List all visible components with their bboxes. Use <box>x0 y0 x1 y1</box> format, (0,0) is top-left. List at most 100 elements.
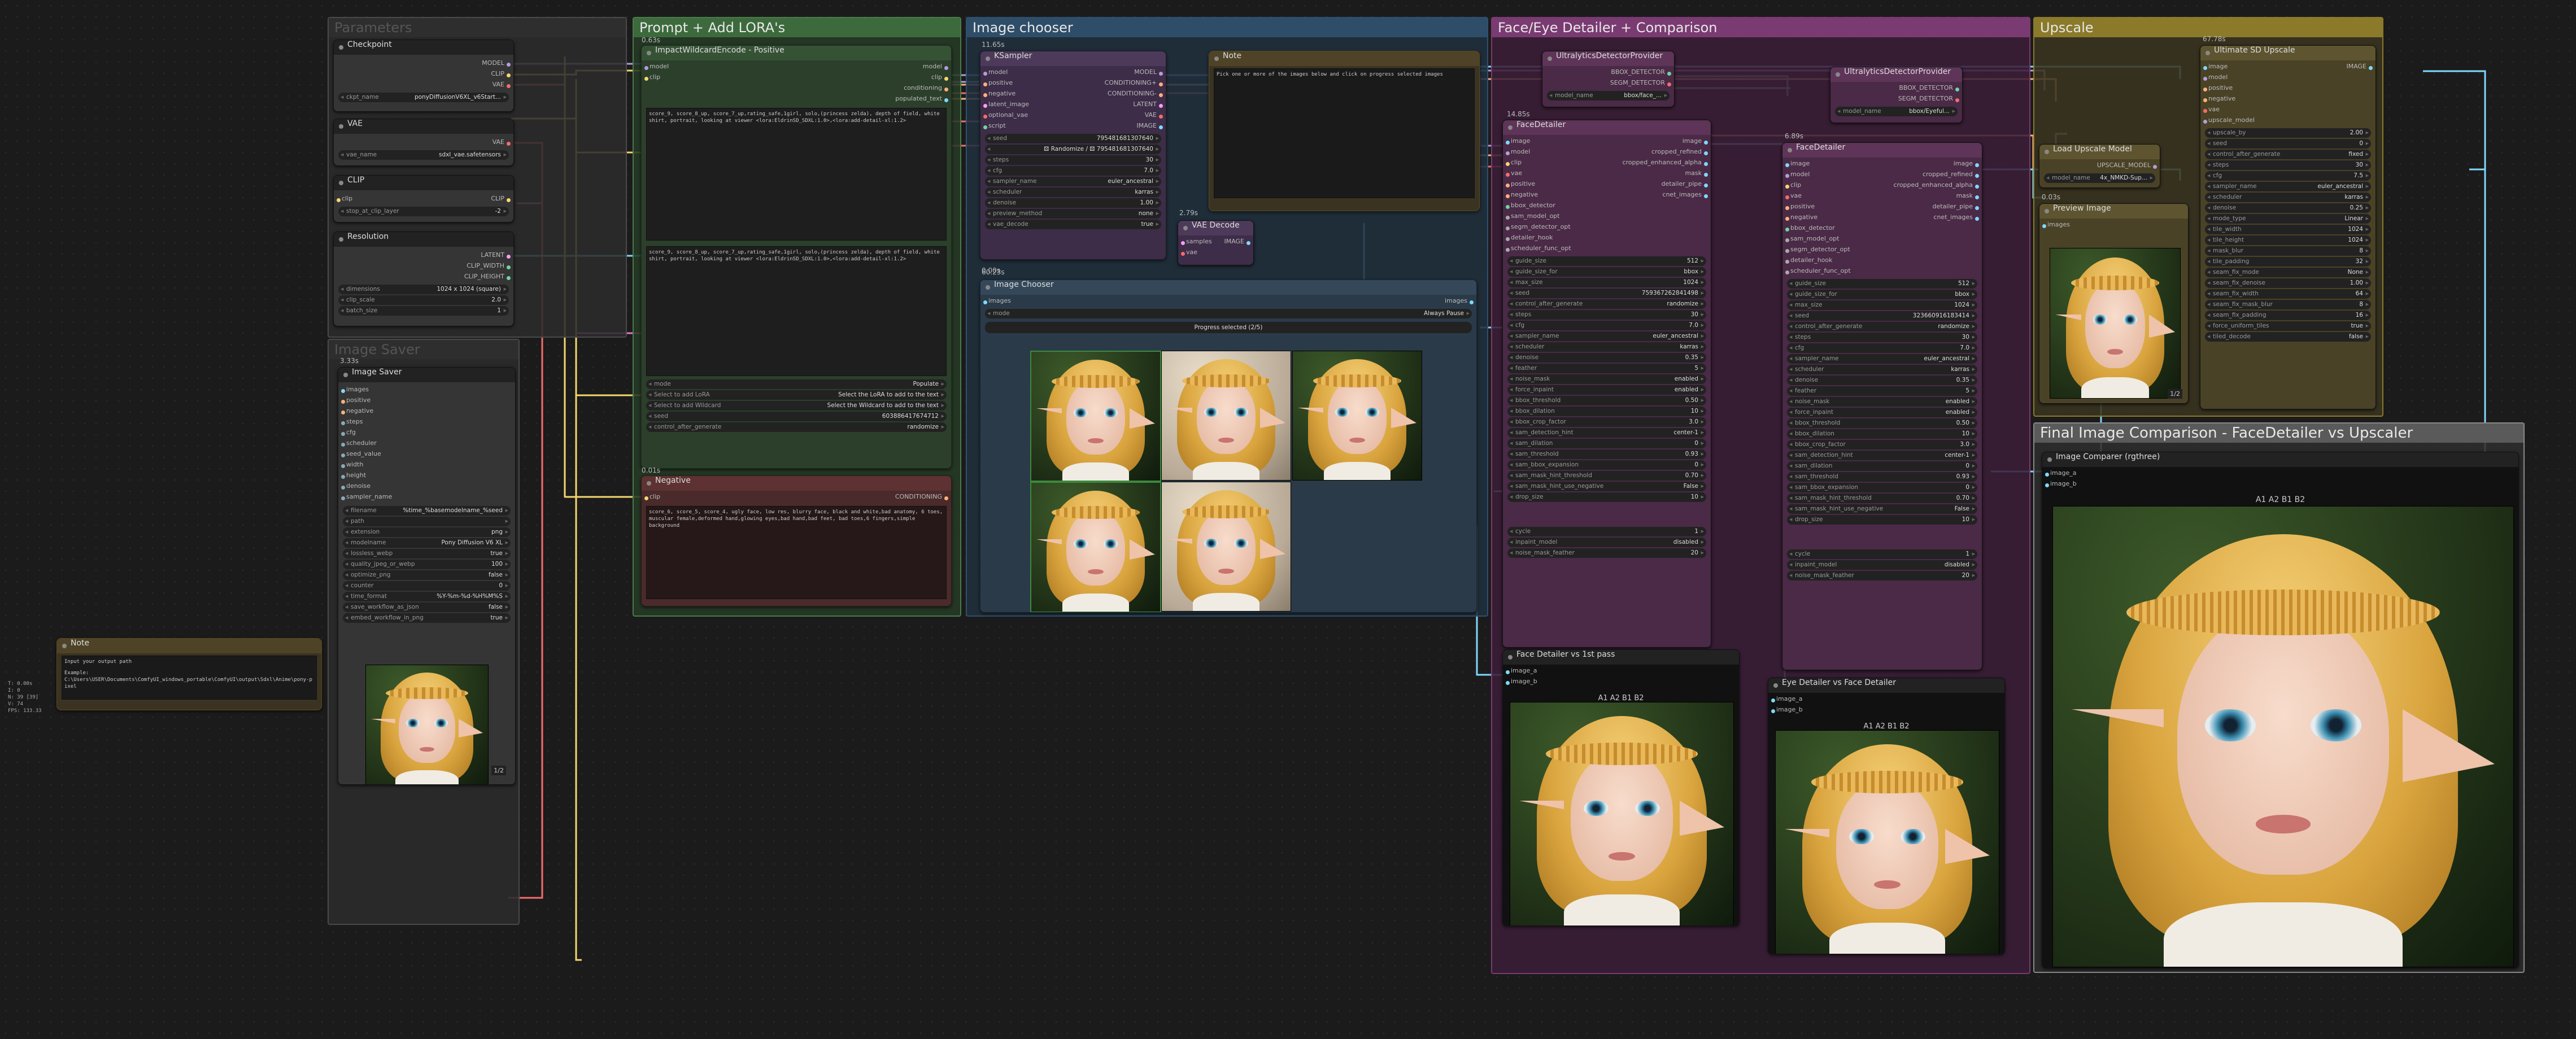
inpaint_model-widget[interactable]: inpaint_model disabled <box>1507 538 1706 547</box>
output-populated-text[interactable]: populated_text <box>642 95 951 106</box>
input-socket[interactable] <box>1506 237 1510 241</box>
output-socket[interactable] <box>1159 104 1163 108</box>
chooser-image-5[interactable] <box>1161 482 1291 612</box>
time_format-widget[interactable]: time_format %Y-%m-%d-%H%M%S <box>343 592 511 601</box>
mode_type-widget[interactable]: mode_type Linear <box>2205 214 2371 224</box>
io-negative[interactable]: negative <box>2200 95 2376 106</box>
drop_size-widget[interactable]: drop_size 10 <box>1787 515 1977 525</box>
chooser-image-4[interactable] <box>1030 482 1161 612</box>
output-socket[interactable] <box>1704 141 1708 145</box>
noise_mask_feather-widget[interactable]: noise_mask_feather 20 <box>1507 548 1706 558</box>
steps-widget[interactable]: steps 30 <box>1787 333 1977 342</box>
ultimate-sd-upscale-node[interactable]: Ultimate SD Upscale image IMAGE model posit… <box>2200 45 2376 409</box>
input-images[interactable]: images <box>2039 221 2188 232</box>
seed-widget[interactable]: seed 0 <box>2205 139 2371 149</box>
input-socket[interactable] <box>1785 260 1789 264</box>
input-socket[interactable] <box>341 411 345 414</box>
input-socket[interactable] <box>341 400 345 404</box>
seam_fix_denoise-widget[interactable]: seam_fix_denoise 1.00 <box>2205 278 2371 288</box>
input-socket[interactable] <box>341 496 345 500</box>
io-negative[interactable]: negative cnet_images <box>1503 191 1711 202</box>
seam_fix_width-widget[interactable]: seam_fix_width 64 <box>2205 289 2371 299</box>
input-images[interactable]: images <box>338 386 515 396</box>
control_after_generate-widget[interactable]: control_after_generate randomize <box>1507 299 1706 309</box>
io-clip[interactable]: clip clip <box>642 73 951 84</box>
mode-widget[interactable]: modePopulate <box>646 379 947 389</box>
populated-text-area[interactable]: score_9, score_8_up, score_7_up,rating_s… <box>646 246 947 376</box>
select-wildcard-widget[interactable]: Select to add WildcardSelect the Wildcar… <box>646 401 947 411</box>
sam_bbox_expansion-widget[interactable]: sam_bbox_expansion 0 <box>1507 460 1706 470</box>
feather-widget[interactable]: feather 5 <box>1507 364 1706 373</box>
upscale_by-widget[interactable]: upscale_by 2.00 <box>2205 128 2371 138</box>
sam_threshold-widget[interactable]: sam_threshold 0.93 <box>1507 449 1706 459</box>
sam_detection_hint-widget[interactable]: sam_detection_hint center-1 <box>1507 428 1706 438</box>
output-clip-width[interactable]: CLIP_WIDTH <box>334 262 513 273</box>
input-socket[interactable] <box>1506 141 1510 145</box>
ultralytics-detector-eye-node[interactable]: UltralyticsDetectorProvider BBOX_DETECTO… <box>1830 67 1963 123</box>
input-height[interactable]: height <box>338 472 515 482</box>
eye-detailer-comparer-node[interactable]: Eye Detailer vs Face Detailer image_a im… <box>1768 678 2005 954</box>
io-scheduler_func_opt[interactable]: scheduler_func_opt <box>1503 245 1711 255</box>
input-socket[interactable] <box>1506 248 1510 252</box>
output-socket[interactable] <box>1159 115 1163 119</box>
vae-decode-node[interactable]: VAE Decode samples IMAGE vae <box>1178 220 1254 265</box>
noise_mask_feather-widget[interactable]: noise_mask_feather 20 <box>1787 571 1977 580</box>
ksampler-node[interactable]: KSampler model MODEL positive CONDITIONING+… <box>980 51 1166 260</box>
final-image-comparer-node[interactable]: Image Comparer (rgthree) image_a image_b… <box>2042 452 2519 968</box>
io-vae[interactable]: vae <box>2200 106 2376 116</box>
input-image-b[interactable]: image_b <box>1768 706 2004 717</box>
face-detailer-comparer-node[interactable]: Face Detailer vs 1st pass image_a image_… <box>1502 649 1740 926</box>
image-chooser-node[interactable]: Image Chooser imagesimages modeAlways Pa… <box>980 280 1477 613</box>
io-positive[interactable]: positive CONDITIONING+ <box>980 79 1166 90</box>
output-socket[interactable] <box>1975 174 1979 178</box>
note-node-instructions[interactable]: Note Pick one or more of the images belo… <box>1209 51 1480 211</box>
seed-control-widget[interactable]: ⚄ Randomize / ⚄ 795481681307640 <box>985 145 1161 154</box>
load-upscale-model-node[interactable]: Load Upscale Model UPSCALE_MODEL model_n… <box>2039 144 2160 188</box>
io-model[interactable]: model MODEL <box>980 68 1166 79</box>
input-socket[interactable] <box>1785 217 1789 221</box>
input-socket[interactable] <box>1785 270 1789 274</box>
output-bbox-detector[interactable]: BBOX_DETECTOR <box>1830 84 1962 95</box>
sam_mask_hint_threshold-widget[interactable]: sam_mask_hint_threshold 0.70 <box>1507 471 1706 481</box>
tiled_decode-widget[interactable]: tiled_decode false <box>2205 332 2371 342</box>
comparer-tabs[interactable]: A1 A2 B1 B2 <box>2042 495 2518 504</box>
noise_mask-widget[interactable]: noise_mask enabled <box>1787 397 1977 407</box>
guide_size-widget[interactable]: guide_size 512 <box>1507 256 1706 266</box>
input-socket[interactable] <box>983 115 987 119</box>
seam_fix_padding-widget[interactable]: seam_fix_padding 16 <box>2205 311 2371 320</box>
sampler_name-widget[interactable]: sampler_name euler_ancestral <box>1787 354 1977 364</box>
input-vae[interactable]: vae <box>1178 248 1253 259</box>
input-socket[interactable] <box>1785 195 1789 199</box>
input-socket[interactable] <box>1506 194 1510 198</box>
positive-wildcard-encode-node[interactable]: ImpactWildcardEncode - Positive model mod… <box>641 45 952 469</box>
cycle-widget[interactable]: cycle 1 <box>1787 549 1977 559</box>
output-socket[interactable] <box>1975 195 1979 199</box>
cfg-widget[interactable]: cfg 7.0 <box>985 166 1161 176</box>
scheduler-widget[interactable]: scheduler karras <box>2205 193 2371 202</box>
io-model[interactable]: model cropped_refined <box>1782 171 1982 181</box>
input-socket[interactable] <box>1785 174 1789 178</box>
io-optional_vae[interactable]: optional_vae VAE <box>980 111 1166 122</box>
output-socket[interactable] <box>1975 185 1979 189</box>
output-clip-height[interactable]: CLIP_HEIGHT <box>334 273 513 283</box>
tile_width-widget[interactable]: tile_width 1024 <box>2205 225 2371 234</box>
tile_padding-widget[interactable]: tile_padding 32 <box>2205 257 2371 267</box>
save_workflow_as_json-widget[interactable]: save_workflow_as_json false <box>343 603 511 612</box>
sampler_name-widget[interactable]: sampler_name euler_ancestral <box>2205 182 2371 191</box>
batch-size-widget[interactable]: batch_size1 <box>338 306 509 316</box>
io-model[interactable]: model <box>2200 73 2376 84</box>
io-vae[interactable]: vae mask <box>1782 192 1982 203</box>
input-socket[interactable] <box>1785 249 1789 253</box>
negative-text-area[interactable]: score_6, score_5, score_4, ugly face, lo… <box>646 506 947 599</box>
io-clip-conditioning[interactable]: clip CONDITIONING <box>642 493 951 504</box>
io-upscale_model[interactable]: upscale_model <box>2200 116 2376 127</box>
input-socket[interactable] <box>983 93 987 97</box>
seed-widget[interactable]: seed 323660916183414 <box>1787 311 1977 321</box>
input-socket[interactable] <box>1506 226 1510 230</box>
vae-name-widget[interactable]: vae_namesdxl_vae.safetensors <box>338 150 509 160</box>
output-socket[interactable] <box>1704 151 1708 155</box>
io-latent_image[interactable]: latent_image LATENT <box>980 101 1166 111</box>
io-detailer_hook[interactable]: detailer_hook <box>1782 256 1982 267</box>
chooser-image-2[interactable] <box>1161 351 1291 481</box>
note-text[interactable]: Pick one or more of the images below and… <box>1214 68 1475 198</box>
